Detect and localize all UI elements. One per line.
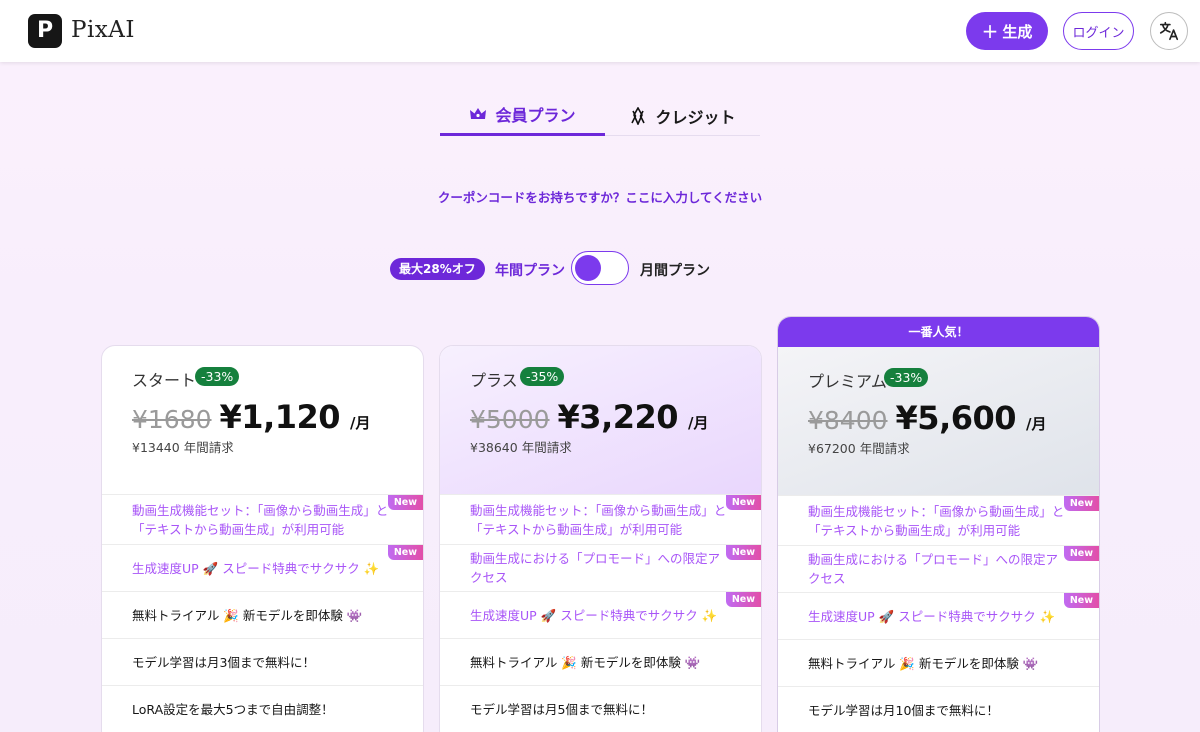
annual-billing-amount: ¥38640 年間請求: [470, 440, 572, 455]
feature-text: 生成速度UP 🚀 スピード特典でサクサク ✨: [808, 608, 1056, 624]
feature-item: 無料トライアル 🎉 新モデルを即体験 👾: [778, 640, 1099, 687]
original-price: ¥5000: [470, 405, 550, 434]
plan-card-header: プラス -35% ¥5000 ¥3,220 /月 ¥38640 年間請求: [440, 346, 761, 495]
billing-period-toggle[interactable]: [571, 251, 629, 285]
coupon-link[interactable]: クーポンコードをお持ちですか？ここに入力してください: [0, 187, 1200, 206]
plan-tabs: 会員プラン クレジット: [440, 95, 760, 136]
feature-item: モデル学習は月10個まで無料に！: [778, 687, 1099, 732]
crown-icon: [470, 108, 487, 119]
plan-name: プレミアム: [808, 372, 887, 391]
feature-text: 無料トライアル 🎉 新モデルを即体験 👾: [470, 654, 701, 670]
login-button[interactable]: ログイン: [1063, 12, 1134, 50]
feature-item: 無料トライアル 🎉 新モデルを即体験 👾: [102, 592, 423, 639]
feature-item: 生成速度UP 🚀 スピード特典でサクサク ✨ New: [778, 593, 1099, 640]
per-month-label: /月: [1026, 415, 1047, 433]
original-price: ¥8400: [808, 406, 888, 435]
plan-card-start: スタート -33% ¥1680 ¥1,120 /月 ¥13440 年間請求 動画…: [101, 345, 424, 732]
monthly-plan-label[interactable]: 月間プラン: [640, 260, 710, 280]
pixai-logo-icon[interactable]: P: [28, 14, 62, 48]
toggle-knob: [575, 255, 601, 281]
plan-card-plus: プラス -35% ¥5000 ¥3,220 /月 ¥38640 年間請求 動画生…: [439, 345, 762, 732]
app-name[interactable]: PixAI: [71, 17, 135, 43]
feature-text: 無料トライアル 🎉 新モデルを即体験 👾: [808, 655, 1039, 671]
discounted-price: ¥5,600: [895, 399, 1017, 437]
new-badge: New: [725, 545, 761, 560]
plan-card-premium: 一番人気！ プレミアム -33% ¥8400 ¥5,600 /月 ¥67200 …: [777, 316, 1100, 732]
price-row: ¥8400 ¥5,600 /月: [808, 399, 1047, 437]
plan-name: プラス: [470, 371, 518, 390]
price-row: ¥5000 ¥3,220 /月: [470, 398, 709, 436]
tab-credits[interactable]: クレジット: [605, 95, 760, 136]
most-popular-banner: 一番人気！: [778, 317, 1099, 347]
new-badge: New: [387, 495, 423, 510]
feature-item: モデル学習は月3個まで無料に！: [102, 639, 423, 686]
annual-plan-label[interactable]: 年間プラン: [495, 260, 565, 280]
feature-text: 無料トライアル 🎉 新モデルを即体験 👾: [132, 607, 363, 623]
generate-button[interactable]: + 生成: [966, 12, 1048, 50]
new-badge: New: [725, 495, 761, 510]
feature-item: LoRA設定を最大5つまで自由調整！: [102, 686, 423, 732]
plan-card-header: スタート -33% ¥1680 ¥1,120 /月 ¥13440 年間請求: [102, 346, 423, 495]
feature-text: 生成速度UP 🚀 スピード特典でサクサク ✨: [470, 607, 718, 623]
feature-text: 動画生成における「プロモード」への限定アクセス: [470, 551, 721, 585]
feature-text: モデル学習は月3個まで無料に！: [132, 654, 315, 670]
new-badge: New: [1063, 496, 1099, 511]
feature-item: 動画生成機能セット：「画像から動画生成」と「テキストから動画生成」が利用可能 N…: [102, 495, 423, 545]
feature-text: 生成速度UP 🚀 スピード特典でサクサク ✨: [132, 560, 380, 576]
annual-billing-amount: ¥67200 年間請求: [808, 441, 910, 456]
feature-text: 動画生成における「プロモード」への限定アクセス: [808, 552, 1059, 586]
new-badge: New: [1063, 593, 1099, 608]
discount-badge: -35%: [520, 367, 565, 386]
price-row: ¥1680 ¥1,120 /月: [132, 398, 371, 436]
max-discount-badge: 最大28%オフ: [390, 258, 485, 280]
language-button[interactable]: [1150, 12, 1188, 50]
discounted-price: ¥3,220: [557, 398, 679, 436]
plan-card-header: プレミアム -33% ¥8400 ¥5,600 /月 ¥67200 年間請求: [778, 347, 1099, 496]
tab-credits-label: クレジット: [655, 107, 736, 127]
feature-item: 動画生成機能セット：「画像から動画生成」と「テキストから動画生成」が利用可能 N…: [440, 495, 761, 545]
top-header: P PixAI + 生成 ログイン: [0, 0, 1200, 62]
feature-item: 動画生成機能セット：「画像から動画生成」と「テキストから動画生成」が利用可能 N…: [778, 496, 1099, 546]
generate-label: 生成: [1002, 22, 1033, 41]
tab-membership-plan[interactable]: 会員プラン: [440, 95, 605, 136]
feature-item: 生成速度UP 🚀 スピード特典でサクサク ✨ New: [440, 592, 761, 639]
plus-icon: +: [981, 19, 999, 43]
new-badge: New: [725, 592, 761, 607]
feature-text: LoRA設定を最大5つまで自由調整！: [132, 701, 334, 717]
feature-item: 動画生成における「プロモード」への限定アクセス New: [440, 545, 761, 592]
tab-membership-label: 会員プラン: [495, 106, 576, 125]
feature-text: 動画生成機能セット：「画像から動画生成」と「テキストから動画生成」が利用可能: [470, 502, 727, 537]
discount-badge: -33%: [884, 368, 929, 387]
annual-billing-amount: ¥13440 年間請求: [132, 440, 234, 455]
coins-icon: [631, 106, 646, 125]
per-month-label: /月: [688, 414, 709, 432]
discounted-price: ¥1,120: [219, 398, 341, 436]
new-badge: New: [387, 545, 423, 560]
original-price: ¥1680: [132, 405, 212, 434]
feature-item: 動画生成における「プロモード」への限定アクセス New: [778, 546, 1099, 593]
feature-text: モデル学習は月5個まで無料に！: [470, 701, 653, 717]
feature-text: モデル学習は月10個まで無料に！: [808, 702, 999, 718]
plan-name: スタート: [132, 371, 197, 390]
feature-item: 生成速度UP 🚀 スピード特典でサクサク ✨ New: [102, 545, 423, 592]
feature-item: モデル学習は月5個まで無料に！: [440, 686, 761, 732]
feature-item: 無料トライアル 🎉 新モデルを即体験 👾: [440, 639, 761, 686]
feature-text: 動画生成機能セット：「画像から動画生成」と「テキストから動画生成」が利用可能: [808, 503, 1065, 538]
feature-text: 動画生成機能セット：「画像から動画生成」と「テキストから動画生成」が利用可能: [132, 502, 389, 537]
new-badge: New: [1063, 546, 1099, 561]
discount-badge: -33%: [195, 367, 240, 386]
per-month-label: /月: [350, 414, 371, 432]
translate-icon: [1159, 21, 1179, 41]
